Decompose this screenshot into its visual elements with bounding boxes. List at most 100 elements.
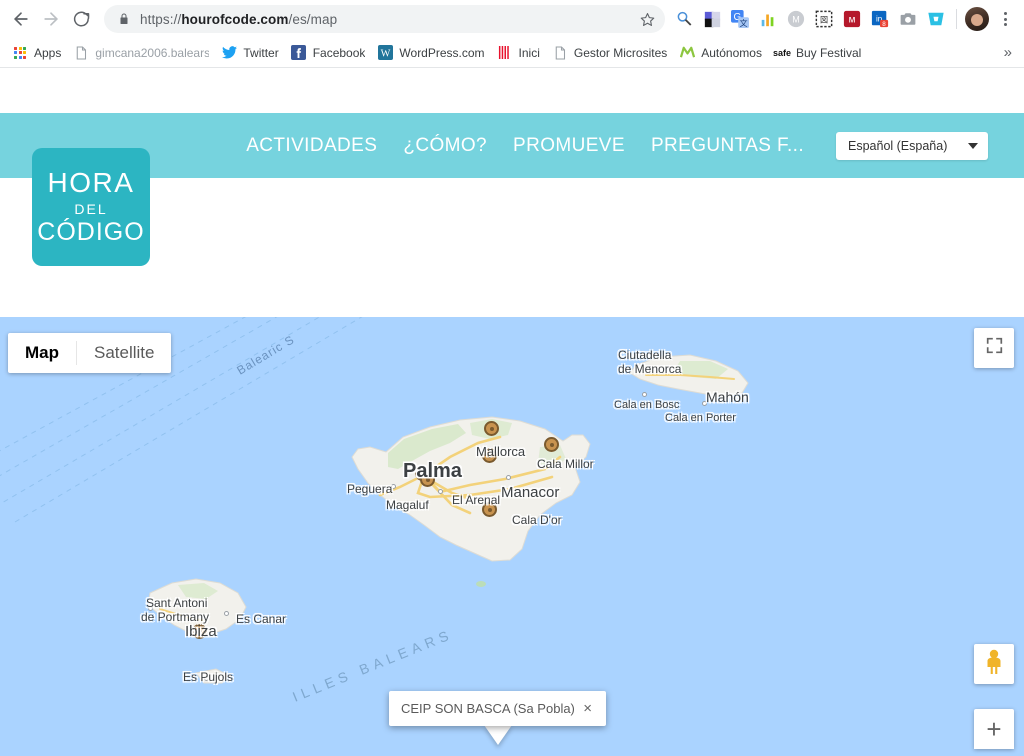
bookmarks-bar: Apps gimcana2006.balearsfa Twitter Faceb… xyxy=(0,38,1024,68)
zoom-in-button[interactable]: + xyxy=(974,709,1014,749)
map-place-label: Peguera xyxy=(347,482,393,496)
close-icon[interactable]: × xyxy=(577,700,598,717)
bookmark-star-icon[interactable] xyxy=(640,12,655,27)
bookmark-label: WordPress.com xyxy=(399,45,485,60)
bitbucket-icon[interactable] xyxy=(923,6,949,32)
bookmarks-overflow-button[interactable]: » xyxy=(1004,44,1016,61)
wordpress-icon: W xyxy=(377,45,393,61)
back-button[interactable] xyxy=(6,4,36,34)
map-place-label: Cala Millor xyxy=(537,457,594,471)
page-icon xyxy=(73,45,89,61)
browser-chrome: https://hourofcode.com/es/map G文 M 図 м i… xyxy=(0,0,1024,68)
svg-text:図: 図 xyxy=(820,16,828,25)
svg-text:W: W xyxy=(381,48,391,59)
bookmark-facebook[interactable]: Facebook xyxy=(287,43,374,63)
language-selected-value: Español (España) xyxy=(848,138,948,153)
chevron-down-icon xyxy=(968,142,978,149)
infowindow-title: CEIP SON BASCA (Sa Pobla) xyxy=(401,701,575,716)
map-poi-dot xyxy=(642,392,647,397)
apps-grid-icon xyxy=(12,45,28,61)
map-event-marker[interactable] xyxy=(544,437,559,452)
site-header: HORA DEL CÓDIGO ACTIVIDADES ¿CÓMO? PROMU… xyxy=(0,68,1024,363)
map-place-label: Magaluf xyxy=(386,498,429,512)
barres-icon xyxy=(497,45,513,61)
bookmark-autonomos[interactable]: Autónomos xyxy=(675,43,770,63)
map-place-label: Mallorca xyxy=(476,444,526,459)
map-type-control: Map Satellite xyxy=(8,333,172,373)
extension-icons: G文 M 図 м in 8 xyxy=(671,6,1018,32)
nav-item-actividades[interactable]: ACTIVIDADES xyxy=(246,135,377,157)
bookmark-label: Gestor Microsites xyxy=(573,45,668,60)
map-place-label: Palma xyxy=(403,460,462,482)
bookmark-gestor-microsites[interactable]: Gestor Microsites xyxy=(548,43,675,63)
map-place-label: Sant Antoni xyxy=(146,596,208,610)
magnifier-icon[interactable] xyxy=(671,6,697,32)
bookmark-buy-festival[interactable]: safe Buy Festival xyxy=(770,43,869,63)
browser-toolbar: https://hourofcode.com/es/map G文 M 図 м i… xyxy=(0,0,1024,38)
map-place-label: Cala D'or xyxy=(512,513,562,527)
map-poi-dot xyxy=(506,475,511,480)
twitter-icon xyxy=(221,45,237,61)
map-place-label: Es Canar xyxy=(236,612,287,626)
bookmark-label: gimcana2006.balearsfa xyxy=(95,45,210,60)
mailchimp-icon[interactable]: M xyxy=(783,6,809,32)
map-place-label: Ciutadella xyxy=(618,348,672,362)
reload-button[interactable] xyxy=(66,4,96,34)
bookmark-label: Apps xyxy=(34,45,62,60)
map-place-label: Cala en Porter xyxy=(665,412,736,424)
forward-button[interactable] xyxy=(36,4,66,34)
svg-text:M: M xyxy=(792,15,800,25)
linkedin-badge-count: 8 xyxy=(882,21,886,28)
pocket-icon[interactable] xyxy=(699,6,725,32)
bookmark-inici[interactable]: Inici xyxy=(493,43,548,63)
page-icon xyxy=(552,45,568,61)
nav-item-preguntas-frecuentes[interactable]: PREGUNTAS F... xyxy=(651,135,804,157)
qr-code-icon[interactable]: 図 xyxy=(811,6,837,32)
bookmark-apps[interactable]: Apps xyxy=(8,43,69,63)
infowindow[interactable]: CEIP SON BASCA (Sa Pobla) × xyxy=(389,691,606,726)
bookmark-wordpress[interactable]: W WordPress.com xyxy=(373,43,492,63)
map-event-marker[interactable] xyxy=(484,421,499,436)
fullscreen-button[interactable] xyxy=(974,328,1014,368)
map-canvas[interactable]: Balearic S ILLES BALEARS Map Satellite C… xyxy=(0,317,1024,756)
pegman-icon xyxy=(983,649,1005,680)
map-place-label: Mahón xyxy=(706,389,749,405)
camera-icon[interactable] xyxy=(895,6,921,32)
pegman-street-view-control[interactable] xyxy=(974,644,1014,684)
map-place-label: Manacor xyxy=(501,484,560,501)
logo-line-3: CÓDIGO xyxy=(37,218,145,246)
infowindow-tail xyxy=(484,725,512,745)
bookmark-label: Buy Festival xyxy=(795,45,862,60)
nav-item-como[interactable]: ¿CÓMO? xyxy=(403,135,487,157)
mega-icon[interactable]: м xyxy=(839,6,865,32)
map-type-satellite-button[interactable]: Satellite xyxy=(77,333,171,373)
bookmark-label: Autónomos xyxy=(701,45,762,60)
map-place-label: Ibiza xyxy=(185,623,217,640)
bookmark-twitter[interactable]: Twitter xyxy=(217,43,286,63)
bookmark-label: Twitter xyxy=(243,45,279,60)
bookmark-label: Facebook xyxy=(312,45,366,60)
chrome-menu-button[interactable] xyxy=(992,6,1018,32)
map-type-map-button[interactable]: Map xyxy=(8,333,76,373)
safe-icon: safe xyxy=(772,47,791,58)
address-bar[interactable]: https://hourofcode.com/es/map xyxy=(104,5,665,33)
linkedin-icon[interactable]: in 8 xyxy=(867,6,893,32)
svg-text:Balearic S: Balearic S xyxy=(234,332,297,377)
avatar[interactable] xyxy=(964,6,990,32)
svg-text:文: 文 xyxy=(740,18,748,28)
map-poi-dot xyxy=(438,489,443,494)
svg-text:м: м xyxy=(849,15,856,26)
main-navigation: ACTIVIDADES ¿CÓMO? PROMUEVE PREGUNTAS F.… xyxy=(0,113,1024,178)
nav-item-promueve[interactable]: PROMUEVE xyxy=(513,135,625,157)
map-place-label: El Arenal xyxy=(452,493,501,507)
lock-icon xyxy=(118,12,130,26)
fullscreen-icon xyxy=(986,337,1003,359)
map-place-label: Cala en Bosc xyxy=(614,399,680,411)
map-place-label: de Menorca xyxy=(618,362,682,376)
map-place-label: de Portmany xyxy=(141,610,210,624)
bookmark-label: Inici xyxy=(518,45,540,60)
analytics-icon[interactable] xyxy=(755,6,781,32)
language-selector[interactable]: Español (España) xyxy=(836,131,988,160)
google-translate-icon[interactable]: G文 xyxy=(727,6,753,32)
bookmark-gimcana[interactable]: gimcana2006.balearsfa xyxy=(69,43,217,63)
